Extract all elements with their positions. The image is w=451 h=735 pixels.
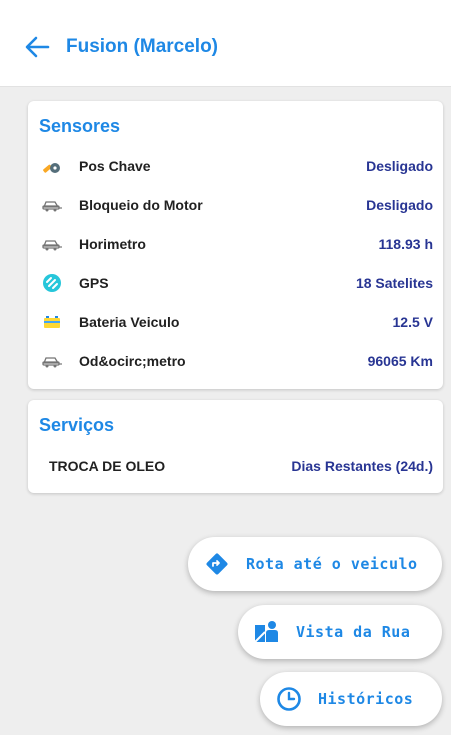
directions-icon [204, 551, 230, 577]
battery-icon [42, 312, 62, 332]
services-card: Serviços TROCA DE OLEO Dias Restantes (2… [28, 400, 443, 493]
car-icon [42, 195, 62, 215]
sensor-value: Desligado [366, 158, 433, 174]
route-button-label: Rota até o veiculo [246, 555, 418, 573]
clock-icon [276, 686, 302, 712]
sensor-label: Horimetro [79, 236, 146, 252]
service-remaining-days: Dias Restantes (24d.) [291, 458, 433, 474]
sensor-value: 18 Satelites [355, 275, 433, 291]
satellite-icon [42, 273, 62, 293]
car-icon [42, 351, 62, 371]
sensor-row-odometro: Od&ocirc;metro 96065 Km [28, 348, 443, 374]
sensor-value: 12.5 V [392, 314, 433, 330]
history-label: Históricos [318, 690, 414, 708]
app-bar: Fusion (Marcelo) [0, 0, 451, 87]
sensor-value: Desligado [366, 197, 433, 213]
street-view-icon [254, 619, 280, 645]
sensor-row-horimetro: Horimetro 118.93 h [28, 231, 443, 257]
key-icon [42, 156, 62, 176]
sensors-title: Sensores [39, 116, 121, 136]
car-icon [42, 234, 62, 254]
sensor-value: 96065 Km [367, 353, 433, 369]
service-label: TROCA DE OLEO [49, 458, 166, 474]
services-title: Serviços [39, 415, 115, 435]
sensor-label: Bloqueio do Motor [79, 197, 203, 213]
sensor-row-bateria: Bateria Veiculo 12.5 V [28, 309, 443, 335]
sensor-row-pos-chave: Pos Chave Desligado [28, 153, 443, 179]
sensor-row-gps: GPS 18 Satelites [28, 270, 443, 296]
route-to-vehicle-button[interactable]: Rota até o veiculo [188, 537, 442, 591]
sensors-card: Sensores Pos Chave Desligado Bloqueio do… [28, 101, 443, 389]
sensor-value: 118.93 h [378, 236, 434, 252]
sensor-label: Pos Chave [79, 158, 151, 174]
history-button[interactable]: Históricos [260, 672, 442, 726]
sensor-label: GPS [79, 275, 109, 291]
back-arrow-icon[interactable] [24, 35, 50, 59]
sensor-row-bloqueio: Bloqueio do Motor Desligado [28, 192, 443, 218]
street-view-button[interactable]: Vista da Rua [238, 605, 442, 659]
street-view-label: Vista da Rua [296, 623, 411, 641]
sensor-label: Od&ocirc;metro [79, 353, 186, 369]
sensor-label: Bateria Veiculo [79, 314, 180, 330]
page-title: Fusion (Marcelo) [66, 36, 219, 57]
